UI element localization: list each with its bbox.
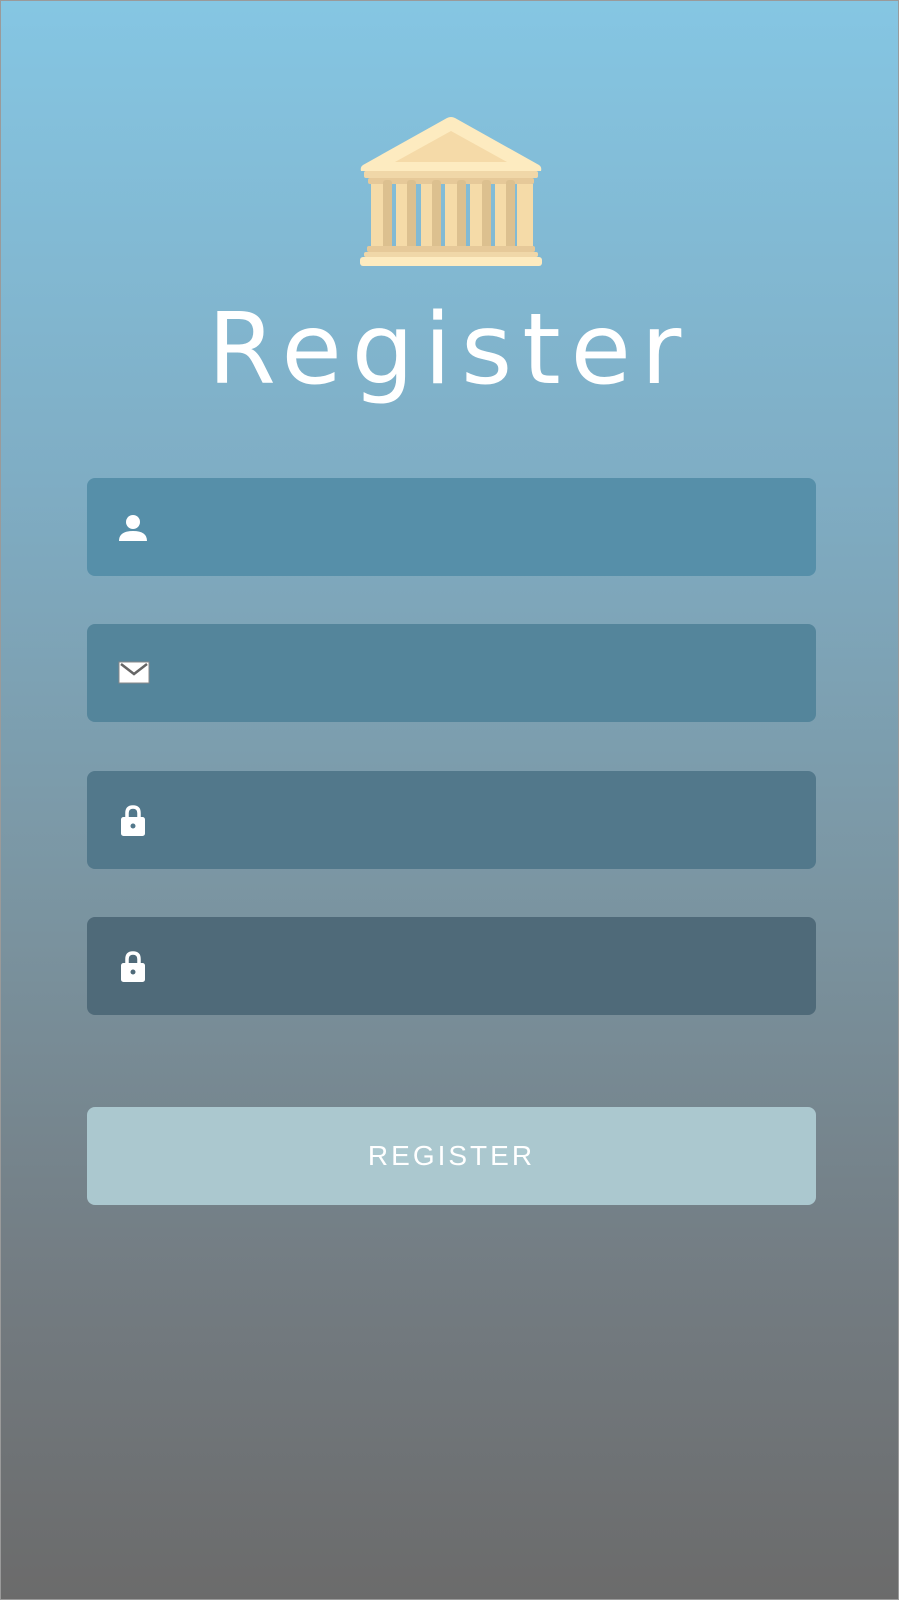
username-field[interactable] [87, 478, 816, 576]
email-input[interactable] [177, 624, 797, 722]
register-button[interactable]: REGISTER [87, 1107, 816, 1205]
bank-building-icon [360, 117, 542, 266]
lock-icon [121, 805, 145, 836]
confirm-password-field[interactable] [87, 917, 816, 1015]
confirm-password-input[interactable] [177, 917, 797, 1015]
page-title: Register [207, 293, 692, 407]
envelope-icon [118, 661, 150, 684]
username-input[interactable] [177, 478, 797, 576]
email-field[interactable] [87, 624, 816, 722]
lock-icon [121, 951, 145, 982]
password-field[interactable] [87, 771, 816, 869]
user-icon [119, 515, 147, 541]
password-input[interactable] [177, 771, 797, 869]
register-screen: Register REGISTER [0, 0, 899, 1600]
